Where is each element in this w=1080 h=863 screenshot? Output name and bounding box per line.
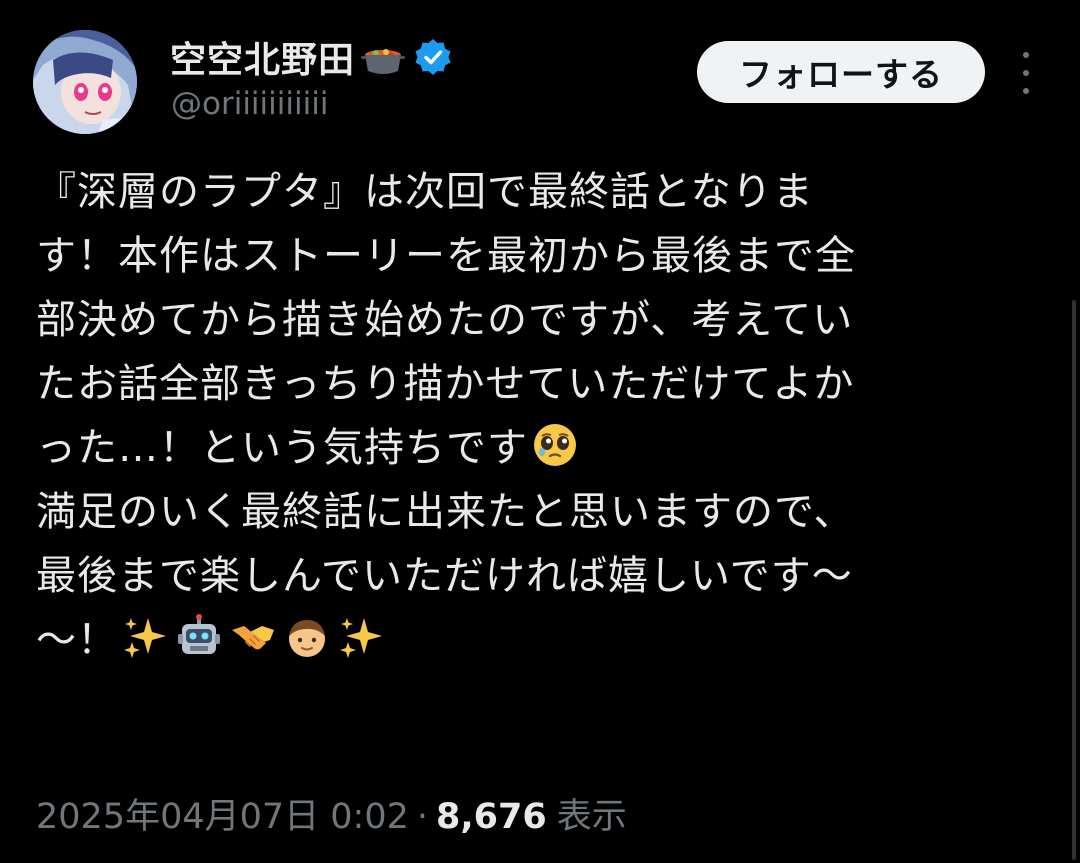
tweet-line: 部決めてから描き始めたのですが、考えてい [36,297,854,343]
tweet-line: す！本作はストーリーを最初から最後まで全 [36,233,856,279]
avatar[interactable] [33,30,137,134]
avatar-image [33,30,137,134]
sparkles-emoji [122,614,168,660]
tweet-line: 満足のいく最終話に出来たと思いますので、 [36,489,855,535]
verified-badge-icon[interactable] [413,37,453,77]
sparkles-emoji [338,614,384,660]
author-name-row[interactable]: 空空北野田 [170,32,453,82]
scrollbar[interactable] [1072,300,1076,860]
more-dot [1023,52,1029,58]
tweet-line-with-emoji: 〜！ [36,608,1046,672]
tweet-timestamp[interactable]: 2025年04月07日 0:02 [36,788,409,839]
display-name[interactable]: 空空北野田 [170,31,355,83]
meta-separator: · [416,797,429,837]
view-count: 8,676 [436,797,547,837]
tweet-line-text: 〜！ [36,617,118,663]
stew-pot-icon [361,37,406,77]
pleading-face-emoji [532,422,578,468]
user-handle[interactable]: @oriiiiiiiiiii [171,86,328,122]
follow-button[interactable]: フォローする [697,41,985,103]
tweet-line-with-emoji: った…！という気持ちです [36,416,1046,480]
boy-emoji [284,614,330,660]
tweet-line: 最後まで楽しんでいただければ嬉しいです〜 [36,553,853,599]
tweet-text: 『深層のラプタ』は次回で最終話となりま す！本作はストーリーを最初から最後まで全… [36,160,1046,672]
handshake-emoji [230,614,276,660]
tweet-line: たお話全部きっちり描かせていただけてよか [36,361,855,407]
tweet-line-text: った…！という気持ちです [36,425,528,471]
tweet-meta: 2025年04月07日 0:02 · 8,676 表示 [36,788,627,839]
more-vertical-icon[interactable] [1012,52,1040,94]
tweet-line: 『深層のラプタ』は次回で最終話となりま [36,169,814,215]
more-dot [1023,88,1029,94]
views-label: 表示 [556,797,627,837]
robot-emoji [176,614,222,660]
more-dot [1023,70,1029,76]
